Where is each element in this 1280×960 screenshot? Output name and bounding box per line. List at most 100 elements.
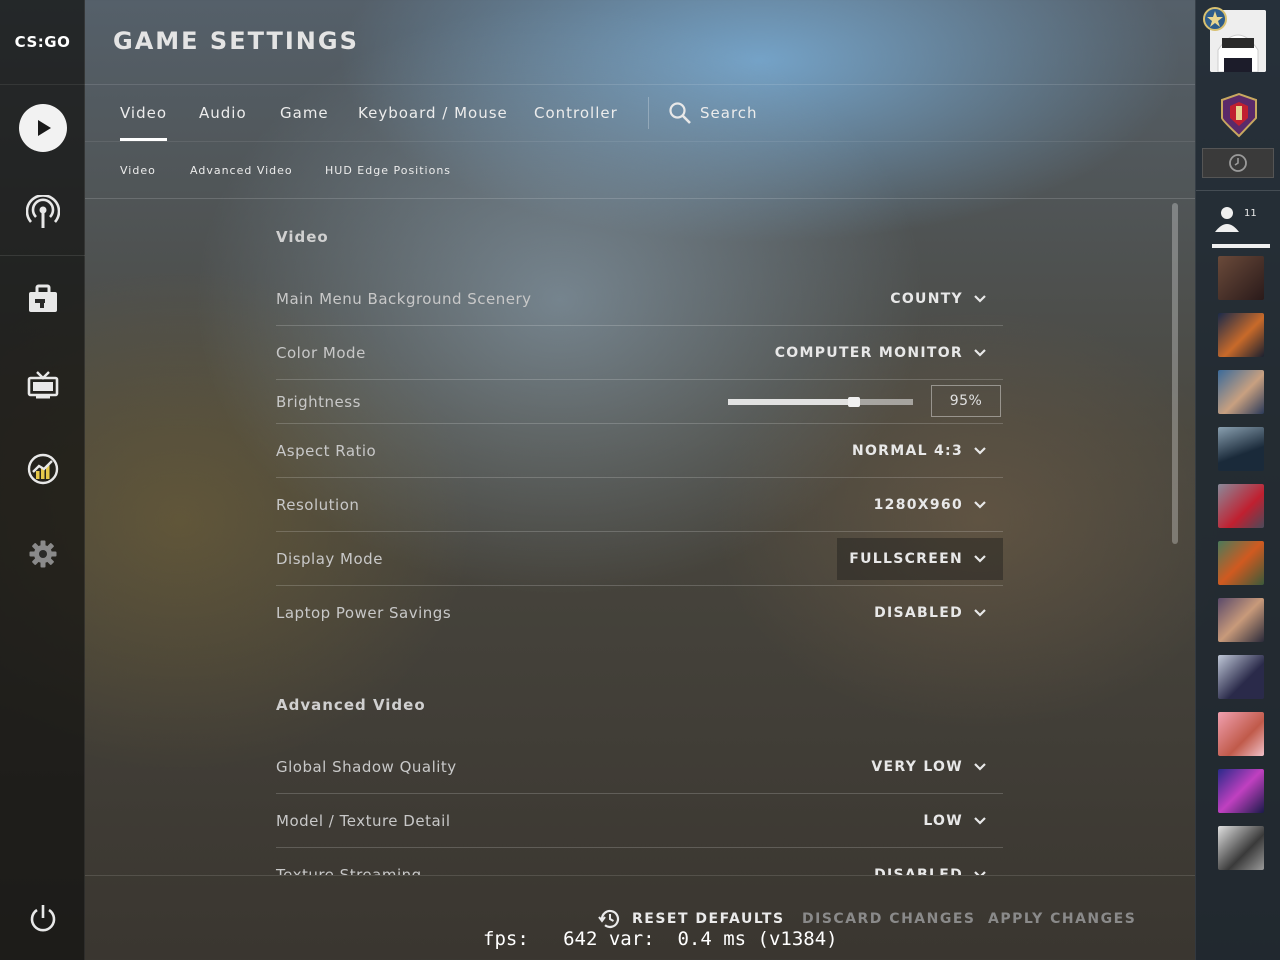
page-title: GAME SETTINGS	[113, 27, 359, 55]
section-title-advanced-video: Advanced Video	[276, 696, 426, 714]
setting-main-menu-background: Main Menu Background Scenery COUNTY	[276, 272, 1003, 326]
watch-stream-button[interactable]	[1202, 148, 1274, 178]
broadcast-icon	[25, 194, 60, 228]
dropdown-value: LOW	[923, 813, 963, 829]
setting-label: Display Mode	[276, 550, 383, 568]
briefcase-icon	[28, 284, 57, 312]
setting-label: Brightness	[276, 393, 361, 411]
section-title-video: Video	[276, 228, 329, 246]
setting-model-texture-detail: Model / Texture Detail LOW	[276, 794, 1003, 848]
subtab-video[interactable]: Video	[120, 142, 156, 200]
clock-icon	[1229, 154, 1247, 172]
laptop-power-dropdown[interactable]: DISABLED	[862, 592, 1003, 634]
setting-brightness: Brightness 95%	[276, 380, 1003, 424]
chevron-down-icon	[974, 349, 986, 357]
setting-label: Resolution	[276, 496, 360, 514]
aspect-ratio-dropdown[interactable]: NORMAL 4:3	[840, 430, 1003, 472]
chevron-down-icon	[974, 817, 986, 825]
tv-icon	[27, 370, 58, 398]
dropdown-value: DISABLED	[874, 605, 963, 621]
setting-label: Laptop Power Savings	[276, 604, 452, 622]
setting-label: Color Mode	[276, 344, 366, 362]
color-mode-dropdown[interactable]: COMPUTER MONITOR	[763, 332, 1003, 374]
setting-laptop-power-savings: Laptop Power Savings DISABLED	[276, 586, 1003, 640]
tab-keyboard-mouse[interactable]: Keyboard / Mouse	[358, 85, 508, 141]
reset-defaults-label: RESET DEFAULTS	[632, 911, 785, 927]
friend-avatar[interactable]	[1218, 769, 1264, 813]
slider-fill	[728, 399, 854, 405]
play-button[interactable]	[0, 85, 85, 170]
search-button[interactable]: Search	[668, 85, 758, 141]
inventory-button[interactable]	[0, 256, 85, 341]
settings-scrollbar[interactable]	[1172, 203, 1178, 544]
shadow-quality-dropdown[interactable]: VERY LOW	[859, 746, 1003, 788]
slider-handle[interactable]	[848, 397, 860, 407]
setting-aspect-ratio: Aspect Ratio NORMAL 4:3	[276, 424, 1003, 478]
tab-controller[interactable]: Controller	[534, 85, 618, 141]
tab-audio[interactable]: Audio	[199, 85, 247, 141]
profile-rank-icon[interactable]	[1216, 90, 1262, 138]
resolution-dropdown[interactable]: 1280X960	[862, 484, 1003, 526]
tab-divider	[648, 97, 649, 129]
dropdown-value: DISABLED	[874, 867, 963, 875]
subtab-hud-edge-positions[interactable]: HUD Edge Positions	[325, 142, 451, 200]
setting-display-mode: Display Mode FULLSCREEN	[276, 532, 1003, 586]
quit-button[interactable]	[0, 875, 85, 960]
dropdown-value: FULLSCREEN	[849, 551, 963, 567]
person-icon	[1215, 207, 1239, 232]
friends-button[interactable]: 11	[1212, 204, 1268, 240]
friend-avatar[interactable]	[1218, 427, 1264, 471]
stats-button[interactable]	[0, 426, 85, 511]
left-nav: CS:GO	[0, 0, 85, 960]
friend-avatar[interactable]	[1218, 598, 1264, 642]
friend-avatar[interactable]	[1218, 541, 1264, 585]
friend-avatar[interactable]	[1218, 655, 1264, 699]
dropdown-value: VERY LOW	[871, 759, 963, 775]
friend-avatar[interactable]	[1218, 370, 1264, 414]
setting-color-mode: Color Mode COMPUTER MONITOR	[276, 326, 1003, 380]
rank-badge-icon	[1202, 6, 1228, 32]
chevron-down-icon	[974, 609, 986, 617]
tab-game[interactable]: Game	[280, 85, 329, 141]
watch-button[interactable]	[0, 341, 85, 426]
right-sidebar: 11	[1195, 0, 1280, 960]
friend-avatar[interactable]	[1218, 712, 1264, 756]
display-mode-dropdown[interactable]: FULLSCREEN	[837, 538, 1003, 580]
tab-video[interactable]: Video	[120, 85, 168, 141]
dropdown-value: COMPUTER MONITOR	[774, 345, 963, 361]
friend-avatar[interactable]	[1218, 256, 1264, 300]
setting-resolution: Resolution 1280X960	[276, 478, 1003, 532]
discard-changes-button[interactable]: DISCARD CHANGES	[802, 911, 975, 927]
texture-detail-dropdown[interactable]: LOW	[911, 800, 1003, 842]
setting-label: Aspect Ratio	[276, 442, 377, 460]
settings-button[interactable]	[0, 511, 85, 596]
watch-broadcast-button[interactable]	[0, 170, 85, 255]
fps-overlay: fps: 642 var: 0.4 ms (v1384)	[483, 928, 838, 950]
friend-avatar[interactable]	[1218, 313, 1264, 357]
brightness-value-input[interactable]: 95%	[931, 385, 1001, 417]
texture-streaming-dropdown[interactable]: DISABLED	[862, 854, 1003, 875]
gear-icon	[29, 540, 56, 567]
setting-label: Global Shadow Quality	[276, 758, 457, 776]
play-icon	[18, 103, 67, 152]
friend-avatar[interactable]	[1218, 826, 1264, 870]
dropdown-value: NORMAL 4:3	[851, 443, 963, 459]
search-label: Search	[700, 104, 758, 122]
friends-count: 11	[1244, 208, 1257, 219]
setting-label: Main Menu Background Scenery	[276, 290, 532, 308]
chevron-down-icon	[974, 555, 986, 563]
chevron-down-icon	[974, 501, 986, 509]
csgo-logo[interactable]: CS:GO	[0, 0, 85, 85]
subtab-advanced-video[interactable]: Advanced Video	[190, 142, 293, 200]
settings-tabs: Video Audio Game Keyboard / Mouse Contro…	[85, 85, 1195, 141]
brightness-slider[interactable]	[728, 397, 913, 407]
friend-avatar[interactable]	[1218, 484, 1264, 528]
chevron-down-icon	[974, 763, 986, 771]
header: GAME SETTINGS	[85, 0, 1195, 85]
setting-label: Texture Streaming	[276, 866, 422, 875]
dropdown-value: COUNTY	[890, 291, 963, 307]
apply-changes-button[interactable]: APPLY CHANGES	[988, 911, 1136, 927]
power-icon	[30, 904, 55, 931]
settings-subtabs: Video Advanced Video HUD Edge Positions	[85, 141, 1195, 199]
background-scenery-dropdown[interactable]: COUNTY	[878, 278, 1003, 320]
